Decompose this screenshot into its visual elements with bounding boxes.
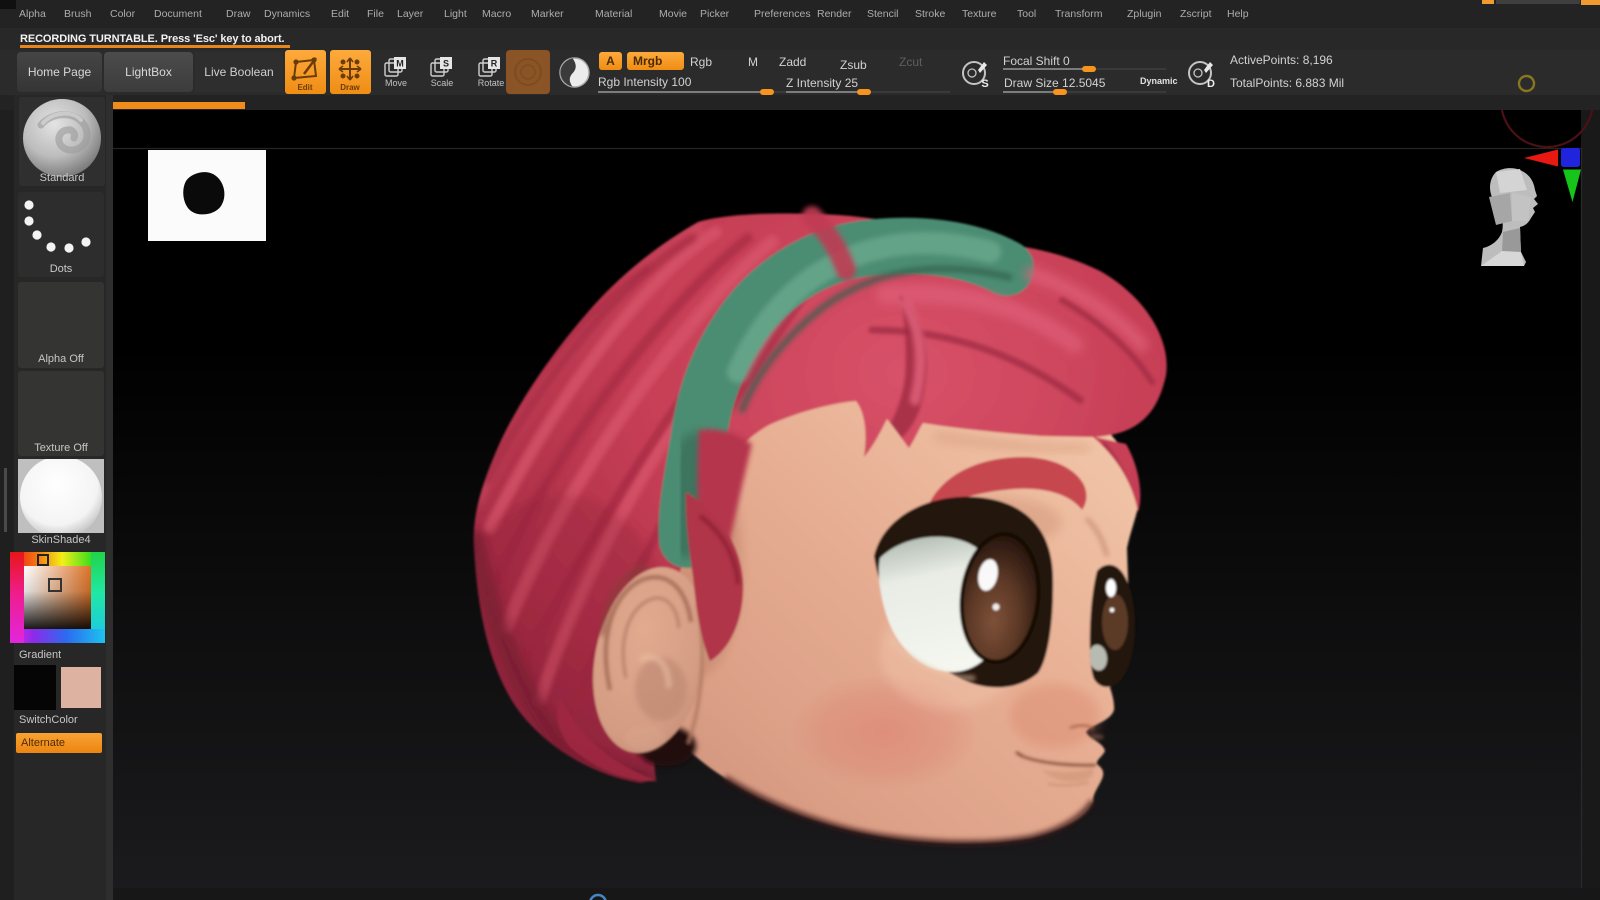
- svg-text:S: S: [443, 59, 449, 69]
- svg-text:Standard: Standard: [40, 172, 85, 184]
- svg-text:Rotate: Rotate: [478, 78, 505, 88]
- svg-text:S: S: [981, 78, 988, 90]
- svg-text:D: D: [1207, 78, 1215, 90]
- svg-text:Edit: Edit: [297, 83, 312, 92]
- svg-text:Dots: Dots: [50, 263, 73, 275]
- svg-text:M: M: [396, 59, 404, 69]
- svg-text:R: R: [491, 59, 498, 69]
- svg-text:Scale: Scale: [431, 78, 454, 88]
- svg-text:Draw: Draw: [340, 83, 360, 92]
- svg-text:Move: Move: [385, 78, 407, 88]
